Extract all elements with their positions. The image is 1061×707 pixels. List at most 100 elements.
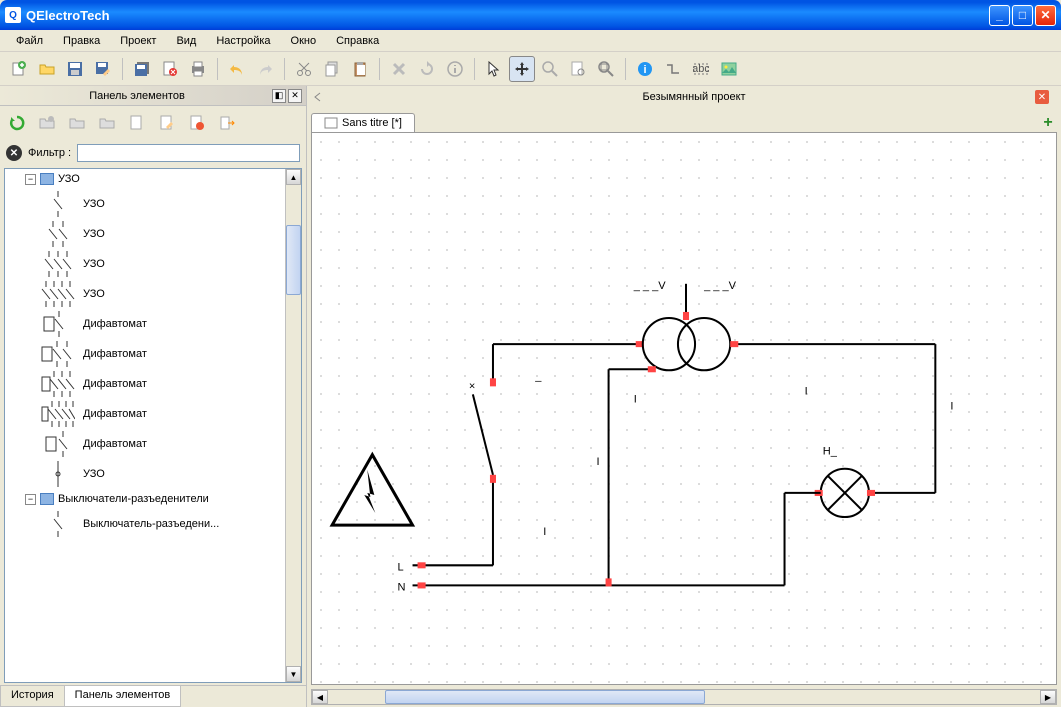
image-button[interactable]	[716, 56, 742, 82]
text-frame-button[interactable]: abc	[688, 56, 714, 82]
tab-elements-panel[interactable]: Панель элементов	[64, 686, 182, 707]
delete-folder-button[interactable]	[94, 110, 120, 136]
edit-element-button[interactable]	[154, 110, 180, 136]
close-doc-button[interactable]	[157, 56, 183, 82]
wire-button[interactable]	[660, 56, 686, 82]
menu-help[interactable]: Справка	[328, 33, 387, 49]
fit-page-button[interactable]	[565, 56, 591, 82]
tree-scrollbar[interactable]: ▲ ▼	[285, 169, 301, 682]
clear-filter-button[interactable]: ✕	[6, 145, 22, 161]
item-label: Выключатель-разъедени...	[83, 518, 219, 530]
filter-input[interactable]	[77, 144, 300, 162]
info-button[interactable]	[442, 56, 468, 82]
new-folder-button[interactable]	[34, 110, 60, 136]
pointer-button[interactable]	[481, 56, 507, 82]
tree-item[interactable]: Дифавтомат	[5, 339, 301, 369]
panel-title: Панель элементов	[4, 90, 270, 102]
tree-item[interactable]: Дифавтомат	[5, 309, 301, 339]
menu-settings[interactable]: Настройка	[208, 33, 278, 49]
add-sheet-button[interactable]: +	[1039, 114, 1057, 132]
open-button[interactable]	[34, 56, 60, 82]
collapse-icon[interactable]: −	[25, 174, 36, 185]
svg-text:i: i	[643, 64, 646, 76]
tree-item[interactable]: УЗО	[5, 249, 301, 279]
menu-view[interactable]: Вид	[168, 33, 204, 49]
delete-button[interactable]	[386, 56, 412, 82]
menu-project[interactable]: Проект	[112, 33, 164, 49]
hscroll-thumb[interactable]	[385, 690, 705, 704]
scroll-down-button[interactable]: ▼	[286, 666, 301, 682]
export-button[interactable]	[214, 110, 240, 136]
folder-label: УЗО	[58, 173, 80, 185]
zoom-fit-button[interactable]	[593, 56, 619, 82]
reload-button[interactable]	[4, 110, 30, 136]
move-button[interactable]	[509, 56, 535, 82]
rotate-icon	[419, 61, 435, 77]
tree-item[interactable]: Дифавтомат	[5, 429, 301, 459]
tree-item[interactable]: Выключатель-разъедени...	[5, 509, 301, 539]
window-controls: _ □ ✕	[989, 5, 1056, 26]
floppy-icon	[67, 61, 83, 77]
component-icon	[41, 341, 75, 367]
print-button[interactable]	[185, 56, 211, 82]
nav-left-icon[interactable]	[311, 90, 325, 104]
scroll-up-button[interactable]: ▲	[286, 169, 301, 185]
move-icon	[514, 61, 530, 77]
tree-item[interactable]: Дифавтомат	[5, 399, 301, 429]
menu-file[interactable]: Файл	[8, 33, 51, 49]
tab-close-button[interactable]: ✕	[1035, 90, 1049, 104]
cut-button[interactable]	[291, 56, 317, 82]
tree-folder[interactable]: − Выключатели-разъеденители	[5, 489, 301, 509]
tree-item[interactable]: УЗО	[5, 279, 301, 309]
doc-tab-label: Безымянный проект	[642, 91, 745, 103]
maximize-button[interactable]: □	[1012, 5, 1033, 26]
paste-button[interactable]	[347, 56, 373, 82]
scroll-thumb[interactable]	[286, 225, 301, 295]
new-button[interactable]	[6, 56, 32, 82]
item-label: УЗО	[83, 198, 105, 210]
horizontal-scrollbar[interactable]: ◀ ▶	[311, 689, 1057, 705]
copy-button[interactable]	[319, 56, 345, 82]
sidebar: Панель элементов ◧ ✕ ✕ Фильтр : − УЗО	[0, 86, 307, 707]
zoom-button[interactable]	[537, 56, 563, 82]
tree-item[interactable]: УЗО	[5, 189, 301, 219]
delete-element-button[interactable]	[184, 110, 210, 136]
sheet-tab[interactable]: Sans titre [*]	[311, 113, 415, 132]
tree-item[interactable]: УЗО	[5, 459, 301, 489]
tab-history[interactable]: История	[0, 686, 65, 707]
component-icon	[41, 511, 75, 537]
component-icon	[41, 311, 75, 337]
about-button[interactable]: i	[632, 56, 658, 82]
menubar: Файл Правка Проект Вид Настройка Окно Сп…	[0, 30, 1061, 52]
save-all-button[interactable]	[129, 56, 155, 82]
item-label: Дифавтомат	[83, 318, 147, 330]
scroll-right-button[interactable]: ▶	[1040, 690, 1056, 704]
label-h: H_	[823, 446, 838, 458]
redo-button[interactable]	[252, 56, 278, 82]
menu-edit[interactable]: Правка	[55, 33, 108, 49]
collapse-icon[interactable]: −	[25, 494, 36, 505]
panel-close-button[interactable]: ✕	[288, 89, 302, 103]
sheet-tabs: Sans titre [*] +	[307, 108, 1061, 132]
element-tree[interactable]: − УЗО УЗО УЗО УЗО УЗО Дифавтомат Дифавто…	[4, 168, 302, 683]
minimize-button[interactable]: _	[989, 5, 1010, 26]
new-element-button[interactable]	[124, 110, 150, 136]
document-tab[interactable]: Безымянный проект ✕	[331, 91, 1057, 103]
panel-float-button[interactable]: ◧	[272, 89, 286, 103]
canvas[interactable]: N L × _ _ _V	[311, 132, 1057, 685]
tree-folder[interactable]: − УЗО	[5, 169, 301, 189]
undo-button[interactable]	[224, 56, 250, 82]
label-l: L	[397, 561, 403, 573]
menu-window[interactable]: Окно	[283, 33, 325, 49]
tree-item[interactable]: Дифавтомат	[5, 369, 301, 399]
close-button[interactable]: ✕	[1035, 5, 1056, 26]
save-button[interactable]	[62, 56, 88, 82]
edit-folder-button[interactable]	[64, 110, 90, 136]
doc-plus-icon	[129, 115, 145, 131]
component-icon	[41, 281, 75, 307]
save-as-button[interactable]	[90, 56, 116, 82]
component-icon	[41, 371, 75, 397]
rotate-button[interactable]	[414, 56, 440, 82]
tree-item[interactable]: УЗО	[5, 219, 301, 249]
scroll-left-button[interactable]: ◀	[312, 690, 328, 704]
